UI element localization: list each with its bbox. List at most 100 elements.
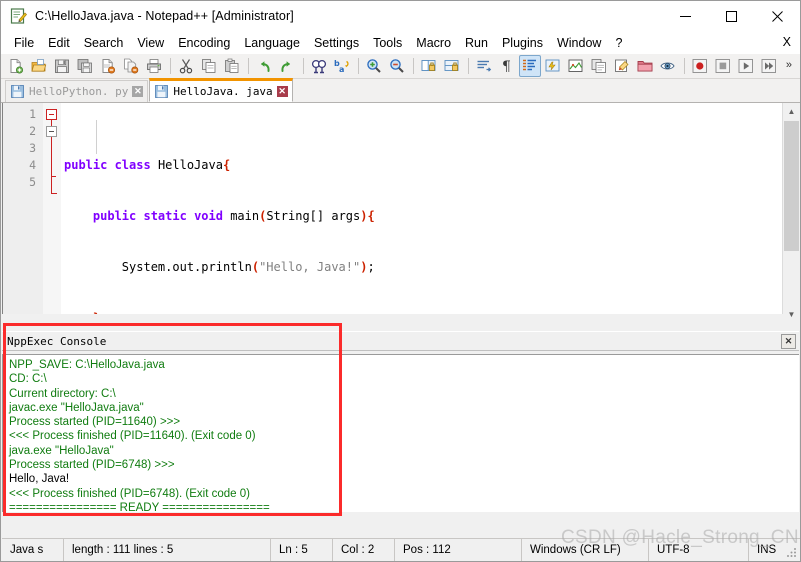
status-language[interactable]: Java s	[2, 538, 64, 561]
maximize-button[interactable]	[708, 1, 754, 31]
toolbar-separator	[303, 58, 304, 74]
redo-icon[interactable]	[276, 55, 298, 77]
console-line: java.exe "HelloJava"	[9, 444, 114, 457]
editor-horizontal-scrollbar[interactable]	[2, 314, 783, 324]
toolbar-overflow-icon[interactable]: »	[786, 59, 792, 71]
menu-view[interactable]: View	[130, 33, 171, 53]
menu-language[interactable]: Language	[237, 33, 307, 53]
zoom-out-icon[interactable]	[386, 55, 408, 77]
code-line-3: System.out.println("Hello, Java!");	[61, 259, 783, 276]
indent-guide-icon[interactable]	[519, 55, 541, 77]
print-icon[interactable]	[143, 55, 165, 77]
console-output[interactable]: NPP_SAVE: C:\HelloJava.java CD: C:\ Curr…	[2, 354, 799, 512]
scroll-down-icon[interactable]: ▼	[783, 306, 800, 323]
paste-icon[interactable]	[221, 55, 243, 77]
tab-hellopython[interactable]: HelloPython. py ✕	[5, 80, 149, 102]
window-title: C:\HelloJava.java - Notepad++ [Administr…	[35, 9, 294, 23]
copy-icon[interactable]	[198, 55, 220, 77]
macro-play-icon[interactable]	[735, 55, 757, 77]
doc-switcher-icon[interactable]	[611, 55, 633, 77]
sync-horizontal-icon[interactable]	[441, 55, 463, 77]
console-line: Current directory: C:\	[9, 387, 116, 400]
menu-encoding[interactable]: Encoding	[171, 33, 237, 53]
fold-margin[interactable]	[43, 103, 61, 323]
fold-toggle-line1[interactable]	[46, 109, 57, 120]
menu-macro[interactable]: Macro	[409, 33, 458, 53]
open-file-icon[interactable]	[28, 55, 50, 77]
status-eol[interactable]: Windows (CR LF)	[522, 538, 649, 561]
toolbar-separator	[468, 58, 469, 74]
status-col: Col : 2	[333, 538, 395, 561]
line-number: 2	[29, 124, 36, 138]
window-controls	[662, 1, 800, 31]
close-file-icon[interactable]	[97, 55, 119, 77]
title-bar: C:\HelloJava.java - Notepad++ [Administr…	[1, 1, 800, 31]
indent-guide	[96, 120, 97, 154]
menu-file[interactable]: File	[7, 33, 41, 53]
toolbar-separator	[358, 58, 359, 74]
code-token: HelloJava	[157, 158, 223, 172]
tab-close-icon[interactable]: ✕	[276, 85, 288, 97]
status-encoding[interactable]: UTF-8	[649, 538, 749, 561]
toolbar-separator	[413, 58, 414, 74]
code-token: (	[251, 260, 260, 274]
zoom-in-icon[interactable]	[363, 55, 385, 77]
console-title-bar: NppExec Console ✕	[2, 331, 799, 351]
menu-plugins[interactable]: Plugins	[495, 33, 550, 53]
console-line-program-output: Hello, Java!	[9, 473, 70, 486]
menu-tools[interactable]: Tools	[366, 33, 409, 53]
function-list-icon[interactable]	[588, 55, 610, 77]
tab-hellojava[interactable]: HelloJava. java ✕	[149, 78, 293, 102]
replace-icon[interactable]: b a	[331, 55, 353, 77]
resize-gripper-icon[interactable]	[786, 546, 798, 558]
console-line: <<< Process finished (PID=6748). (Exit c…	[9, 487, 250, 500]
scroll-up-icon[interactable]: ▲	[783, 103, 800, 120]
console-close-icon[interactable]: ✕	[781, 334, 796, 349]
menu-search[interactable]: Search	[77, 33, 131, 53]
code-editor[interactable]: 1 2 3 4 5 public class HelloJava{ public…	[2, 103, 783, 323]
save-file-icon	[11, 85, 24, 98]
show-all-chars-icon[interactable]: ¶	[496, 55, 518, 77]
console-line: NPP_SAVE: C:\HelloJava.java	[9, 359, 165, 371]
doc-map-icon[interactable]	[565, 55, 587, 77]
line-number: 3	[29, 141, 36, 155]
code-token: public	[92, 209, 144, 223]
save-all-icon[interactable]	[74, 55, 96, 77]
folder-workspace-icon[interactable]	[634, 55, 656, 77]
menu-edit[interactable]: Edit	[41, 33, 77, 53]
close-button[interactable]	[754, 1, 800, 31]
tab-close-icon[interactable]: ✕	[132, 86, 144, 97]
find-icon[interactable]	[308, 55, 330, 77]
code-text-area[interactable]: public class HelloJava{ public static vo…	[61, 103, 783, 323]
code-line-2: public static void main(String[] args){	[61, 208, 783, 225]
monitor-icon[interactable]	[657, 55, 679, 77]
minimize-button[interactable]	[662, 1, 708, 31]
notepad-plus-plus-icon	[10, 7, 27, 25]
new-file-icon[interactable]	[5, 55, 27, 77]
macro-record-icon[interactable]	[689, 55, 711, 77]
scrollbar-thumb[interactable]	[784, 121, 799, 251]
macro-stop-icon[interactable]	[712, 55, 734, 77]
code-token: void	[194, 209, 231, 223]
menu-run[interactable]: Run	[458, 33, 495, 53]
menu-settings[interactable]: Settings	[307, 33, 366, 53]
cut-icon[interactable]	[175, 55, 197, 77]
toolbar-separator	[248, 58, 249, 74]
undo-icon[interactable]	[253, 55, 275, 77]
menu-window[interactable]: Window	[550, 33, 608, 53]
sync-vertical-icon[interactable]	[418, 55, 440, 77]
code-token: {	[222, 158, 231, 172]
user-lang-icon[interactable]	[542, 55, 564, 77]
macro-runmulti-icon[interactable]	[758, 55, 780, 77]
word-wrap-icon[interactable]	[473, 55, 495, 77]
code-token: String[] args	[266, 209, 361, 223]
close-all-icon[interactable]	[120, 55, 142, 77]
editor-vertical-scrollbar[interactable]: ▲ ▼	[782, 103, 799, 323]
save-icon[interactable]	[51, 55, 73, 77]
tab-label: HelloPython. py	[29, 85, 129, 98]
close-document-button[interactable]: X	[783, 35, 791, 49]
code-line-1: public class HelloJava{	[61, 157, 783, 174]
fold-toggle-line2[interactable]	[46, 126, 57, 137]
toolbar-separator	[170, 58, 171, 74]
menu-help[interactable]: ?	[608, 33, 629, 53]
